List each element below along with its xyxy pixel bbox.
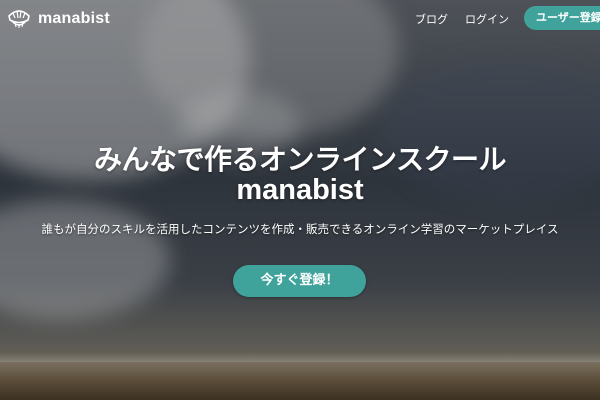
hero-tagline: 誰もが自分のスキルを活用したコンテンツを作成・販売できるオンライン学習のマーケッ… xyxy=(41,222,559,236)
site-header: manabist ブログ ログイン ユーザー登録 xyxy=(0,0,600,38)
brand-link[interactable]: manabist xyxy=(6,7,110,31)
cloud xyxy=(0,200,170,320)
ground xyxy=(0,362,600,400)
brain-logo-icon xyxy=(8,10,30,28)
hero-headline: みんなで作るオンラインスクール xyxy=(94,143,506,176)
signup-now-button[interactable]: 今すぐ登録！ xyxy=(233,265,366,297)
brand-name: manabist xyxy=(38,10,110,27)
nav-blog-link[interactable]: ブログ xyxy=(415,11,448,27)
hero-headline-brand: manabist xyxy=(236,174,364,206)
nav-login-link[interactable]: ログイン xyxy=(465,11,509,27)
register-button[interactable]: ユーザー登録 xyxy=(524,6,600,30)
